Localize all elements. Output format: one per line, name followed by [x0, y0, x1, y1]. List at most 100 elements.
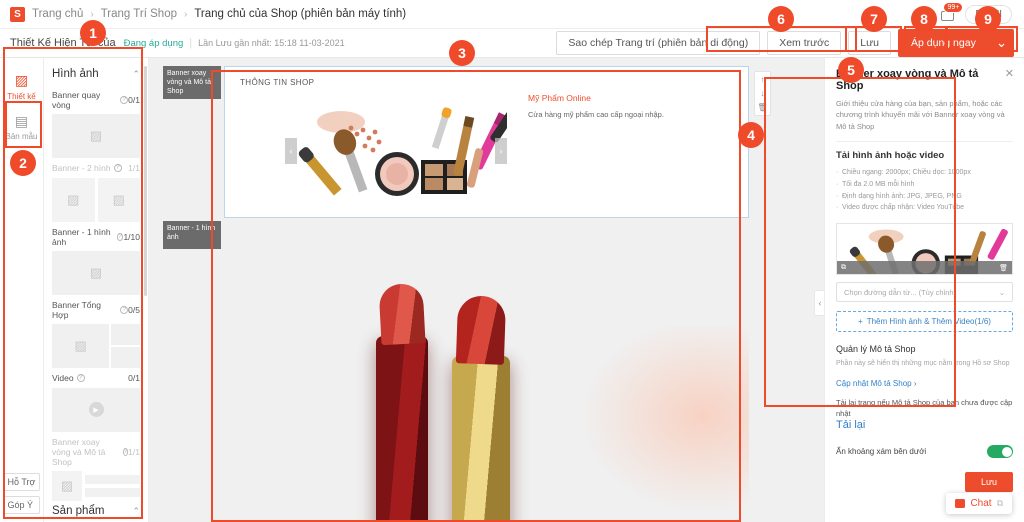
annotation-number-3: 3 [449, 40, 475, 66]
section-header-images[interactable]: Hình ảnh ⌃ [52, 64, 140, 85]
lipstick-banner-image[interactable] [224, 221, 749, 522]
add-image-video-button[interactable]: + Thêm Hình ảnh & Thêm Video(1/6) [836, 311, 1013, 332]
collapse-panel-handle[interactable]: ‹ [814, 290, 824, 316]
info-icon[interactable]: ? [77, 374, 85, 382]
breadcrumb-decorate-shop[interactable]: Trang Trí Shop [101, 8, 177, 20]
component-label: Banner - 2 hình [52, 163, 111, 173]
annotation-number-2: 2 [10, 150, 36, 176]
annotation-number-9: 9 [975, 6, 1001, 32]
component-thumbnail[interactable]: ▨▨ [52, 174, 140, 222]
annotation-number-8: 8 [911, 6, 937, 32]
component-item-carousel-and-shop-desc[interactable]: Banner xoay vòng và Mô tả Shop? 1/1 [52, 437, 140, 468]
rail-item-design[interactable]: ▨ Thiết kế [2, 66, 42, 107]
panel-scrollbar[interactable] [144, 66, 147, 296]
template-icon: ▤ [2, 113, 42, 131]
move-down-icon[interactable]: ↓ [761, 89, 765, 98]
component-thumbnail[interactable]: ▨ [52, 324, 140, 368]
component-count: 0/1 [128, 373, 140, 383]
save-button[interactable]: Lưu [848, 31, 891, 55]
delete-image-icon[interactable]: 🗑 [999, 264, 1008, 272]
preview-button[interactable]: Xem trước [767, 31, 841, 55]
section-title-images: Hình ảnh [52, 68, 99, 80]
banner-carousel[interactable]: ‹ › [285, 94, 507, 206]
component-thumbnail[interactable]: ▨ [52, 471, 140, 501]
annotation-number-5: 5 [838, 57, 864, 83]
rail-item-template[interactable]: ▤ Bản mẫu [2, 107, 42, 148]
feedback-button[interactable]: Góp Ý [3, 496, 41, 514]
carousel-prev-arrow-icon[interactable]: ‹ [285, 138, 297, 164]
apply-now-button[interactable]: Áp dụng ngay [898, 29, 989, 57]
support-button[interactable]: Hỗ Trợ [3, 473, 41, 491]
breadcrumb-home[interactable]: Trang chủ [32, 8, 83, 20]
crop-icon[interactable]: ⧉ [841, 264, 846, 272]
image-placeholder-icon: ▨ [90, 265, 102, 281]
link-target-select[interactable]: Chọn đường dẫn từ... (Tùy chỉnh) ⌄ [836, 282, 1013, 302]
hide-gray-space-row: Ẩn khoảng xám bên dưới [836, 445, 1013, 458]
move-up-icon[interactable]: ↑ [761, 75, 765, 84]
component-item-combo-banner[interactable]: Banner Tổng Hợp? 0/5 [52, 300, 140, 320]
section-header-products[interactable]: Sản phẩm ⌃ [52, 501, 140, 522]
block-carousel-body[interactable]: THÔNG TIN SHOP [224, 66, 749, 218]
workspace: ▨ Thiết kế ▤ Bản mẫu Hỗ Trợ Góp Ý Hình ả… [0, 58, 1024, 522]
left-rail: ▨ Thiết kế ▤ Bản mẫu Hỗ Trợ Góp Ý [0, 58, 44, 522]
properties-panel: Banner xoay vòng và Mô tả Shop ✕ Giới th… [824, 58, 1024, 522]
upload-specs-list: Chiều ngang: 2000px; Chiều dọc: 1000px T… [836, 167, 1013, 215]
breadcrumb-separator-icon-2: › [184, 9, 187, 20]
delete-block-icon[interactable]: 🗑 [757, 103, 767, 112]
spec-item: Định dạng hình ảnh: JPG, JPEG, PNG [836, 191, 1013, 203]
component-count: 0/1 [128, 95, 140, 105]
image-placeholder-icon: ▨ [61, 478, 73, 494]
breadcrumb-current: Trang chủ của Shop (phiên bản máy tính) [194, 8, 406, 20]
manage-shop-desc-title: Quản lý Mô tả Shop [836, 344, 1013, 354]
rail-item-design-label: Thiết kế [7, 92, 35, 101]
sheen-overlay [564, 326, 749, 522]
canvas-block-one-image-banner[interactable]: Banner - 1 hình ảnh [224, 221, 749, 522]
section-title-products: Sản phẩm [52, 505, 104, 517]
component-thumbnail[interactable]: ▨ [52, 114, 140, 158]
image-placeholder-icon: ▨ [75, 338, 87, 354]
apply-now-dropdown-caret-icon[interactable]: ⌄ [989, 29, 1014, 57]
info-icon[interactable]: ? [114, 164, 122, 172]
chat-widget[interactable]: Chat ⧉ [946, 493, 1012, 514]
spec-item: Video được chấp nhận: Video YouTube [836, 202, 1013, 214]
copy-mobile-design-button[interactable]: Sao chép Trang trí (phiên bản di động) [556, 31, 760, 55]
component-thumbnail[interactable]: ▶ [52, 388, 140, 432]
panel-save-button[interactable]: Lưu [965, 472, 1013, 492]
hide-gray-space-toggle[interactable] [987, 445, 1013, 458]
panel-description: Giới thiệu cửa hàng của bạn, sản phẩm, h… [836, 98, 1013, 132]
thumbnail-toolbar: ⧉ 🗑 [837, 261, 1012, 274]
link-target-value: Chọn đường dẫn từ... (Tùy chỉnh) [844, 288, 956, 297]
expand-icon: ⧉ [997, 498, 1003, 509]
info-icon[interactable]: ? [117, 233, 124, 241]
annotation-number-1: 1 [80, 20, 106, 46]
panel-divider [836, 141, 1013, 142]
component-item-carousel-banner[interactable]: Banner quay vòng? 0/1 [52, 90, 140, 110]
component-item-two-image-banner[interactable]: Banner - 2 hình? 1/1 [52, 163, 140, 173]
lipstick-tube-red [376, 336, 428, 522]
carousel-next-arrow-icon[interactable]: › [495, 138, 507, 164]
plus-icon: + [858, 317, 863, 326]
info-icon[interactable]: ? [120, 306, 128, 314]
reload-hint-text: Tải lại trang nếu Mô tả Shop của bạn chư… [836, 397, 1013, 420]
canvas-area: ‹ Banner xoay vòng và Mô tả Shop THÔNG T… [149, 58, 824, 522]
apply-now-split-button: Áp dụng ngay ⌄ [898, 29, 1014, 57]
manage-shop-desc-note: Phần này sẽ hiển thị những mục nằm trong… [836, 359, 1013, 370]
toolbar-actions: Sao chép Trang trí (phiên bản di động) X… [556, 29, 1014, 57]
component-item-one-image-banner[interactable]: Banner - 1 hình ảnh? 1/10 [52, 227, 140, 247]
component-label: Banner xoay vòng và Mô tả Shop [52, 437, 120, 468]
block-tag-label: Banner xoay vòng và Mô tả Shop [163, 66, 221, 99]
shopee-logo-icon: S [10, 7, 25, 22]
chat-bubble-icon[interactable]: 99+ [941, 7, 957, 21]
info-icon[interactable]: ? [120, 96, 128, 104]
shop-tagline: Cửa hàng mỹ phẩm cao cấp ngoại nhập. [528, 110, 678, 119]
close-icon[interactable]: ✕ [1005, 67, 1014, 80]
component-thumbnail[interactable]: ▨ [52, 251, 140, 295]
toolbar-divider: | [189, 37, 192, 49]
component-item-video[interactable]: Video? 0/1 [52, 373, 140, 383]
update-shop-desc-link[interactable]: Cập nhật Mô tả Shop › [836, 379, 917, 388]
canvas-block-carousel-shop-desc[interactable]: Banner xoay vòng và Mô tả Shop THÔNG TIN… [224, 66, 749, 218]
upload-section-title: Tải hình ảnh hoặc video [836, 150, 1013, 161]
uploaded-image-thumbnail[interactable]: ⧉ 🗑 [836, 223, 1013, 275]
component-label: Banner Tổng Hợp [52, 300, 117, 320]
reload-link[interactable]: Tải lại [836, 419, 865, 431]
